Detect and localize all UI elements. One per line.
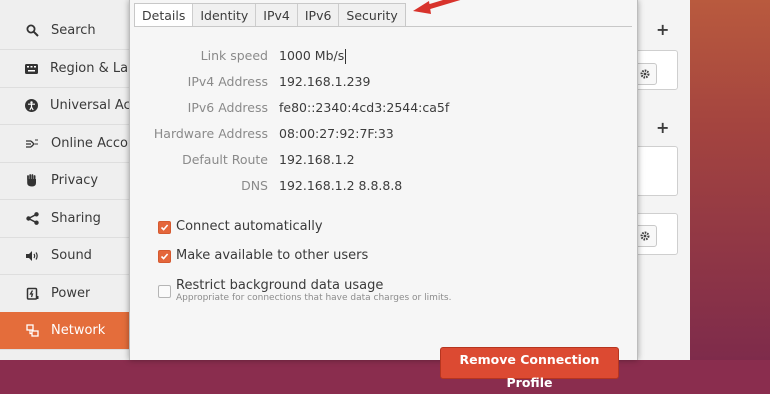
ipv4-value: 192.168.1.239 — [279, 74, 371, 89]
default-route-row: Default Route 192.168.1.2 — [134, 152, 632, 172]
desktop-background — [690, 0, 770, 360]
gear-icon — [640, 69, 650, 79]
connect-automatically-label: Connect automatically — [176, 219, 323, 234]
connect-automatically-checkbox[interactable]: Connect automatically — [158, 219, 323, 234]
details-panel: Link speed 1000 Mb/s IPv4 Address 192.16… — [134, 27, 632, 390]
sidebar-item-label: Privacy — [51, 173, 99, 188]
keyboard-icon — [25, 62, 38, 76]
add-vpn-button[interactable]: + — [656, 20, 669, 39]
dialog-tabs: Details Identity IPv4 IPv6 Security — [134, 3, 406, 27]
ipv4-row: IPv4 Address 192.168.1.239 — [134, 74, 632, 94]
dns-value: 192.168.1.2 8.8.8.8 — [279, 178, 403, 193]
add-connection-button[interactable]: + — [656, 118, 669, 137]
sidebar-item-network[interactable]: Network — [0, 312, 132, 350]
ipv6-row: IPv6 Address fe80::2340:4cd3:2544:ca5f — [134, 100, 632, 120]
sidebar-item-label: Universal Access — [50, 98, 132, 113]
tab-details[interactable]: Details — [135, 4, 194, 27]
ipv6-value: fe80::2340:4cd3:2544:ca5f — [279, 100, 450, 115]
default-route-label: Default Route — [182, 152, 268, 167]
battery-icon — [25, 287, 39, 301]
tab-ipv4[interactable]: IPv4 — [256, 4, 298, 27]
wired-connection-dialog: Details Identity IPv4 IPv6 Security Link… — [129, 0, 638, 390]
sidebar-item-region-language[interactable]: Region & Language — [0, 50, 132, 88]
checkbox-checked-icon — [158, 250, 171, 263]
restrict-background-data-hint: Appropriate for connections that have da… — [176, 293, 452, 303]
sidebar-item-sound[interactable]: Sound — [0, 237, 132, 275]
ipv4-label: IPv4 Address — [187, 74, 268, 89]
search-icon — [25, 24, 39, 38]
hardware-address-label: Hardware Address — [153, 126, 268, 141]
tab-ipv6[interactable]: IPv6 — [298, 4, 340, 27]
accessibility-icon — [25, 99, 38, 113]
annotation-arrow-icon — [413, 0, 461, 14]
hardware-address-row: Hardware Address 08:00:27:92:7F:33 — [134, 126, 632, 146]
restrict-background-data-checkbox[interactable]: Restrict background data usage Appropria… — [158, 278, 451, 304]
sidebar-item-sharing[interactable]: Sharing — [0, 200, 132, 238]
dns-label: DNS — [241, 178, 268, 193]
available-to-all-users-checkbox[interactable]: Make available to other users — [158, 248, 368, 263]
default-route-value: 192.168.1.2 — [279, 152, 355, 167]
sidebar-item-label: Sharing — [51, 211, 101, 226]
checkbox-unchecked-icon — [158, 285, 171, 298]
checkbox-checked-icon — [158, 221, 171, 234]
available-to-all-users-label: Make available to other users — [176, 248, 369, 263]
online-accounts-icon — [25, 137, 39, 151]
sidebar-item-label: Power — [51, 286, 91, 301]
gear-icon — [640, 231, 650, 241]
speaker-icon — [25, 249, 39, 263]
link-speed-label: Link speed — [200, 48, 268, 63]
tab-security[interactable]: Security — [339, 4, 404, 27]
sidebar-item-label: Online Accounts — [51, 136, 132, 151]
network-icon — [25, 324, 39, 338]
restrict-background-data-label: Restrict background data usage — [176, 278, 384, 293]
link-speed-value: 1000 Mb/s — [279, 48, 347, 64]
hand-icon — [25, 174, 39, 188]
sidebar-item-online-accounts[interactable]: Online Accounts — [0, 125, 132, 163]
ipv6-label: IPv6 Address — [187, 100, 268, 115]
link-speed-row: Link speed 1000 Mb/s — [134, 48, 632, 68]
sidebar-item-privacy[interactable]: Privacy — [0, 162, 132, 200]
hardware-address-value: 08:00:27:92:7F:33 — [279, 126, 394, 141]
sidebar-item-search[interactable]: Search — [0, 12, 132, 50]
dns-row: DNS 192.168.1.2 8.8.8.8 — [134, 178, 632, 198]
sidebar-item-label: Search — [51, 23, 96, 38]
sidebar-item-label: Sound — [51, 248, 92, 263]
share-icon — [25, 212, 39, 226]
sidebar-item-power[interactable]: Power — [0, 275, 132, 313]
settings-sidebar: Search Region & Language Universal Acces… — [0, 0, 133, 360]
sidebar-item-universal-access[interactable]: Universal Access — [0, 87, 132, 125]
sidebar-item-label: Region & Language — [50, 61, 132, 76]
tab-identity[interactable]: Identity — [193, 4, 257, 27]
sidebar-item-label: Network — [51, 323, 106, 338]
remove-connection-profile-button[interactable]: Remove Connection Profile — [440, 347, 619, 390]
